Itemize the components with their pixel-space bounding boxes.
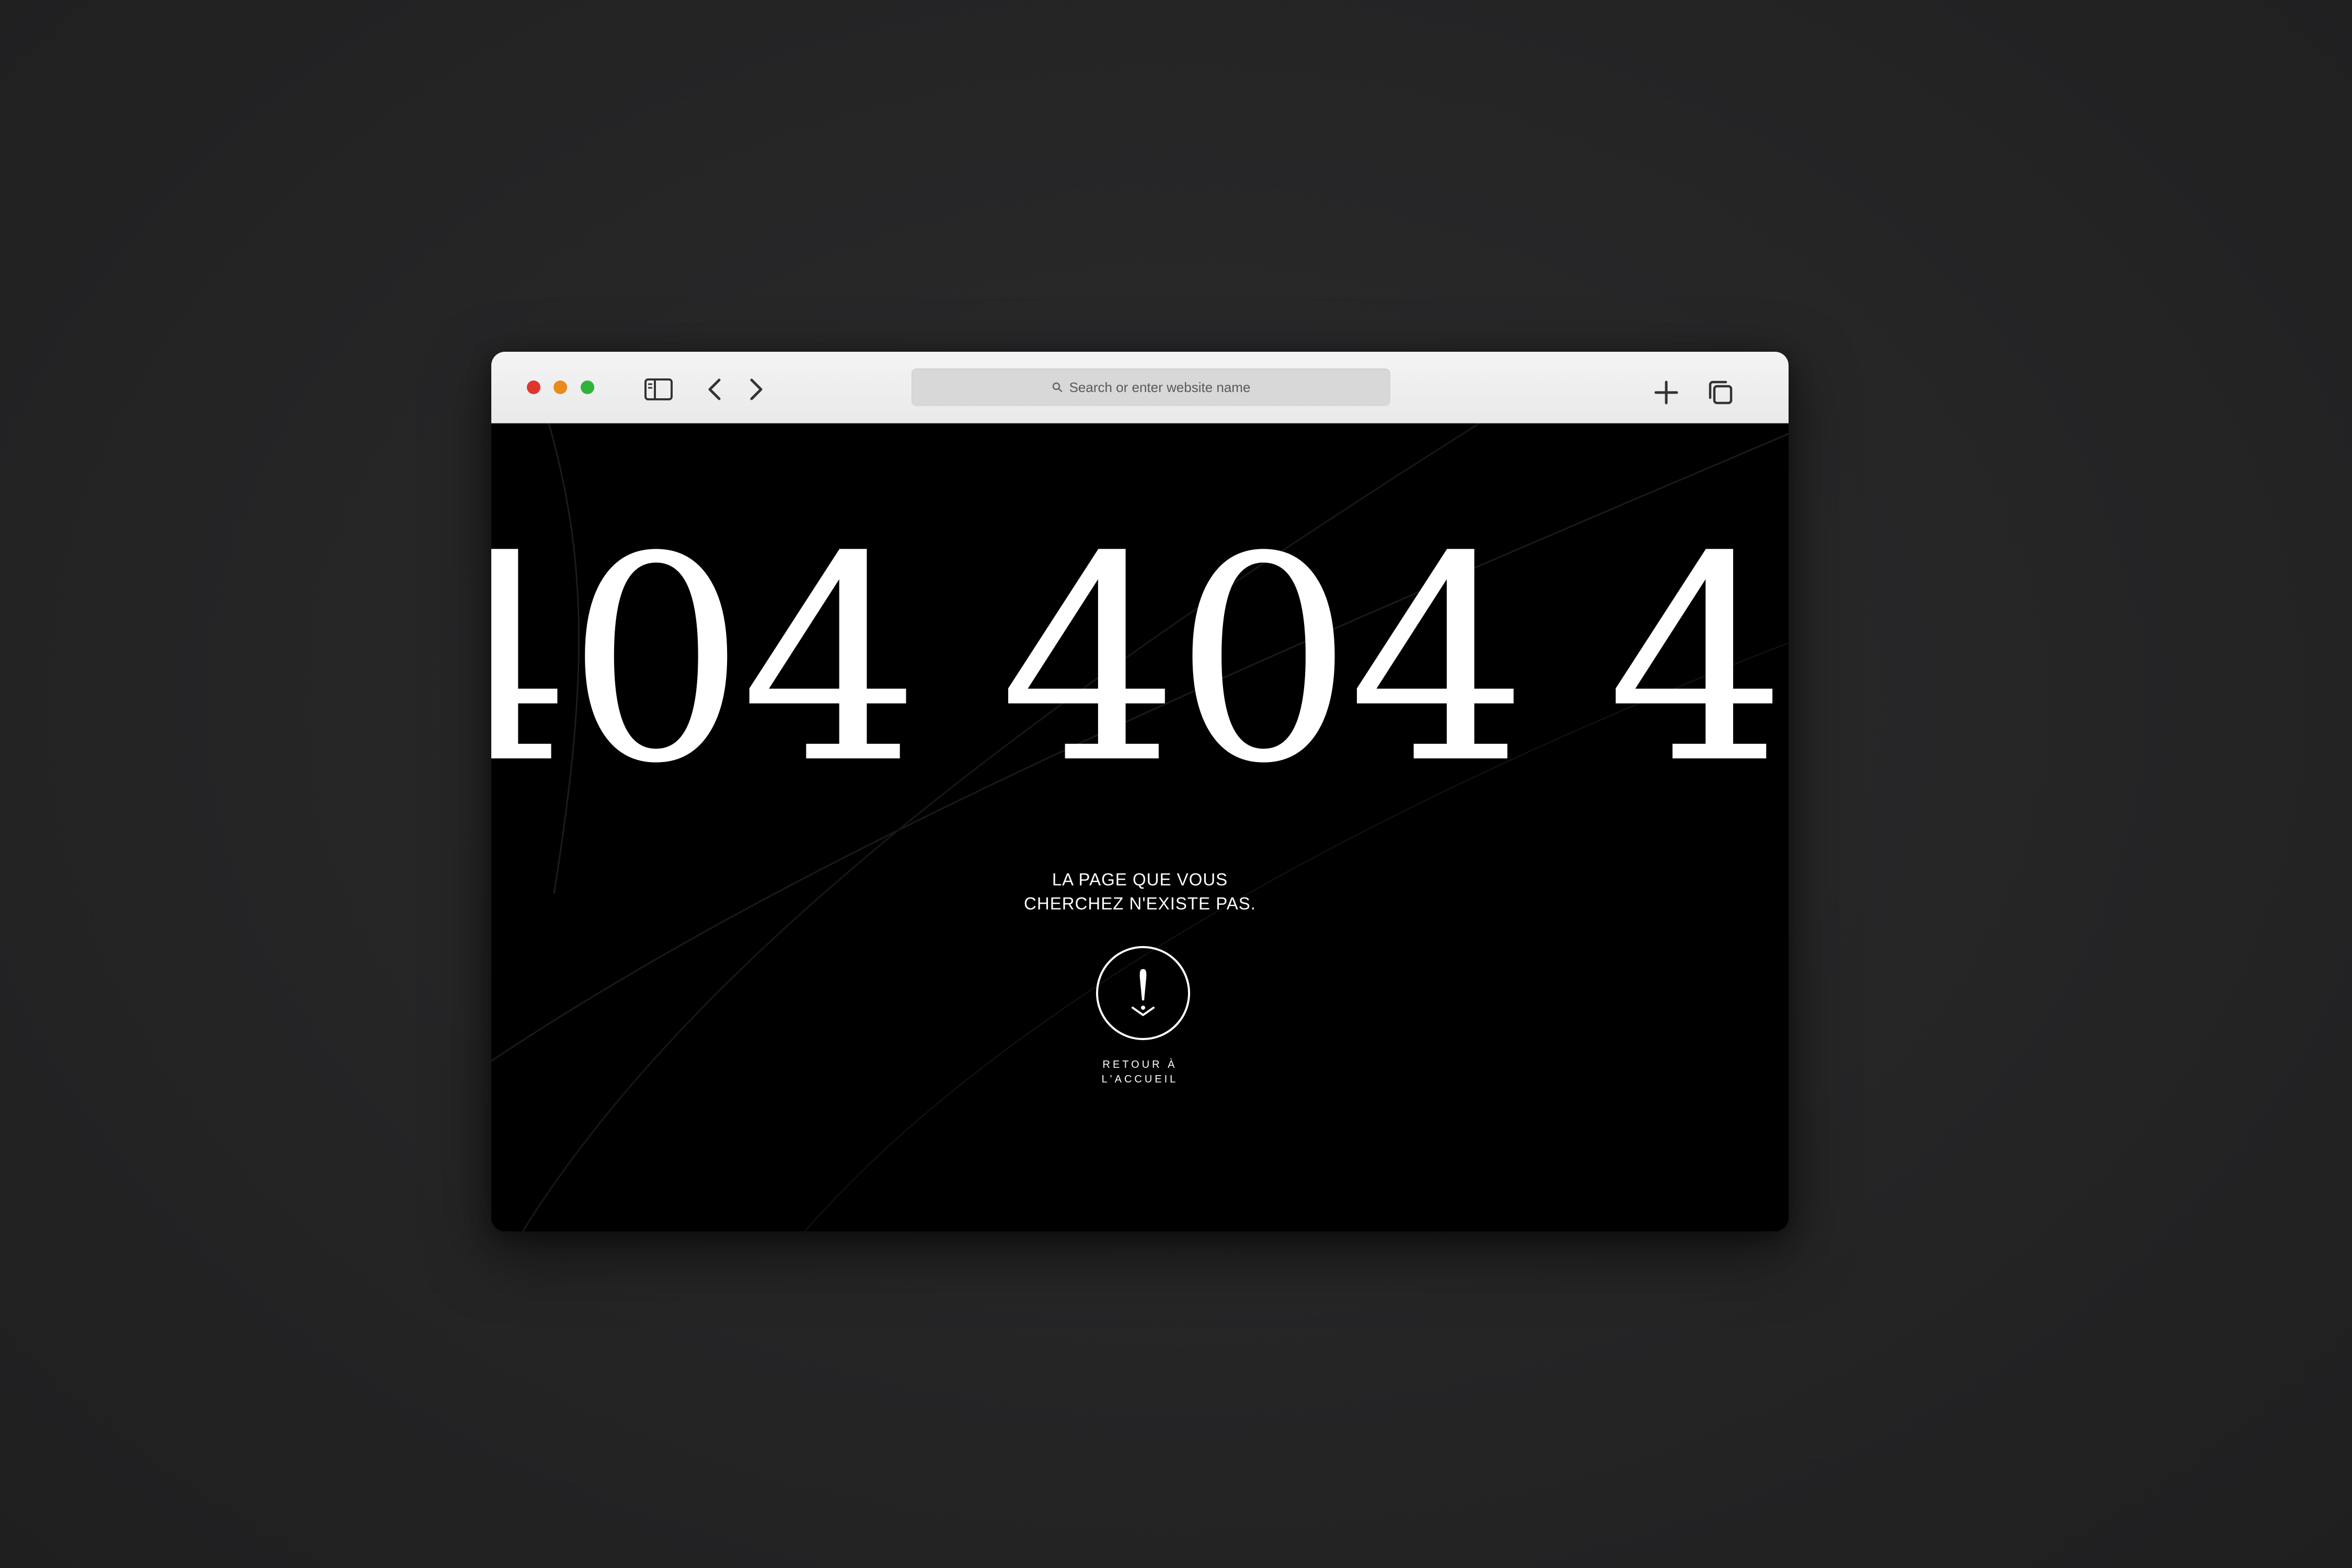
home-label-line-2: L'ACCUEIL (1101, 1074, 1179, 1085)
browser-toolbar: Search or enter website name (491, 352, 1789, 423)
error-message: LA PAGE QUE VOUS CHERCHEZ N'EXISTE PAS. (491, 868, 1789, 916)
decorative-lines (491, 423, 1789, 1231)
zoom-window-button[interactable] (581, 381, 594, 394)
error-message-line-2: CHERCHEZ N'EXISTE PAS. (1024, 894, 1256, 913)
error-code-marquee: 404 404 404 404 (491, 546, 1789, 776)
home-link-label[interactable]: RETOUR À L'ACCUEIL (491, 1057, 1789, 1087)
browser-window: Search or enter website name 404 404 404… (491, 352, 1789, 1231)
home-button[interactable] (1096, 946, 1190, 1040)
forward-icon[interactable] (745, 377, 766, 402)
new-tab-icon[interactable] (1652, 378, 1681, 407)
error-message-line-1: LA PAGE QUE VOUS (1052, 870, 1228, 889)
address-placeholder: Search or enter website name (1069, 379, 1251, 395)
back-icon[interactable] (705, 377, 725, 402)
search-icon (1052, 382, 1062, 393)
error-code-text: 404 404 404 404 (491, 546, 1789, 776)
address-bar[interactable]: Search or enter website name (912, 368, 1390, 406)
page-content: 404 404 404 404 LA PAGE QUE VOUS CHERCHE… (491, 423, 1789, 1231)
close-window-button[interactable] (527, 381, 540, 394)
exclamation-icon (1132, 969, 1155, 1016)
tab-overview-icon[interactable] (1706, 378, 1735, 407)
home-label-line-1: RETOUR À (1102, 1059, 1178, 1070)
minimize-window-button[interactable] (554, 381, 567, 394)
sidebar-icon[interactable] (644, 378, 673, 401)
